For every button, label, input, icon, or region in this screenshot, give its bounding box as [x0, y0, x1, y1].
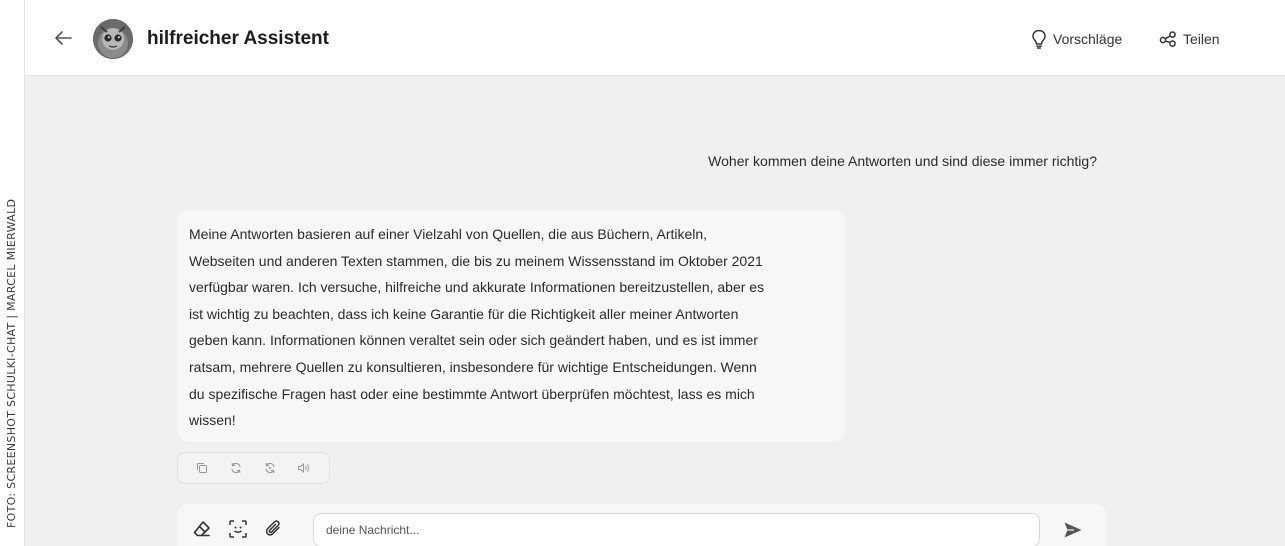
share-button[interactable]: Teilen	[1159, 28, 1220, 50]
share-label: Teilen	[1183, 31, 1220, 47]
attach-button[interactable]	[263, 518, 285, 540]
send-button[interactable]	[1061, 518, 1085, 542]
avatar	[93, 19, 133, 59]
refresh-icon	[231, 462, 241, 474]
message-action-bar	[177, 452, 330, 484]
assistant-message-line: du spezifische Fragen hast oder eine bes…	[189, 385, 755, 402]
assistant-message-line: ist wichtig zu beachten, dass ich keine …	[189, 305, 739, 322]
assistant-message-line: ratsam, mehrere Quellen zu konsultieren,…	[189, 358, 757, 375]
paperclip-icon	[265, 520, 280, 536]
assistant-message-line: wissen!	[189, 412, 236, 429]
send-icon	[1064, 522, 1082, 538]
assistant-message-line: geben kann. Informationen können veralte…	[189, 332, 758, 349]
user-message: Woher kommen deine Antworten und sind di…	[645, 146, 1105, 176]
back-button[interactable]	[51, 26, 75, 50]
speak-button[interactable]	[294, 458, 314, 478]
copy-button[interactable]	[192, 458, 212, 478]
share-icon	[1159, 31, 1176, 47]
page-title: hilfreicher Assistent	[147, 28, 329, 49]
regenerate-button[interactable]	[226, 458, 246, 478]
eraser-icon	[193, 521, 210, 537]
scan-icon	[229, 520, 247, 538]
arrow-left-icon	[55, 31, 72, 45]
photo-credit: FOTO: SCREENSHOT SCHULKI-CHAT | MARCEL M…	[0, 0, 24, 546]
assistant-message-line: Webseiten und anderen Texten stammen, di…	[189, 252, 763, 269]
scan-button[interactable]	[227, 518, 249, 540]
refresh-alt-icon	[265, 462, 275, 474]
chat-header: hilfreicher Assistent Vorschläge Teilen	[25, 0, 1285, 76]
suggestions-label: Vorschläge	[1053, 31, 1123, 47]
speaker-icon	[298, 462, 309, 474]
assistant-message: Meine Antworten basieren auf einer Vielz…	[177, 210, 845, 442]
message-composer	[177, 504, 1107, 546]
chat-app: hilfreicher Assistent Vorschläge Teilen …	[24, 0, 1285, 546]
suggestions-button[interactable]: Vorschläge	[1031, 28, 1122, 50]
clear-chat-button[interactable]	[191, 518, 213, 540]
assistant-message-line: Meine Antworten basieren auf einer Vielz…	[189, 226, 708, 242]
assistant-message-line: verfügbar waren. Ich versuche, hilfreich…	[189, 279, 765, 296]
copy-icon	[197, 463, 207, 473]
photo-credit-text: FOTO: SCREENSHOT SCHULKI-CHAT | MARCEL M…	[5, 198, 18, 528]
lightbulb-icon	[1032, 29, 1046, 49]
regenerate-alt-button[interactable]	[260, 458, 280, 478]
message-input[interactable]	[313, 513, 1040, 546]
